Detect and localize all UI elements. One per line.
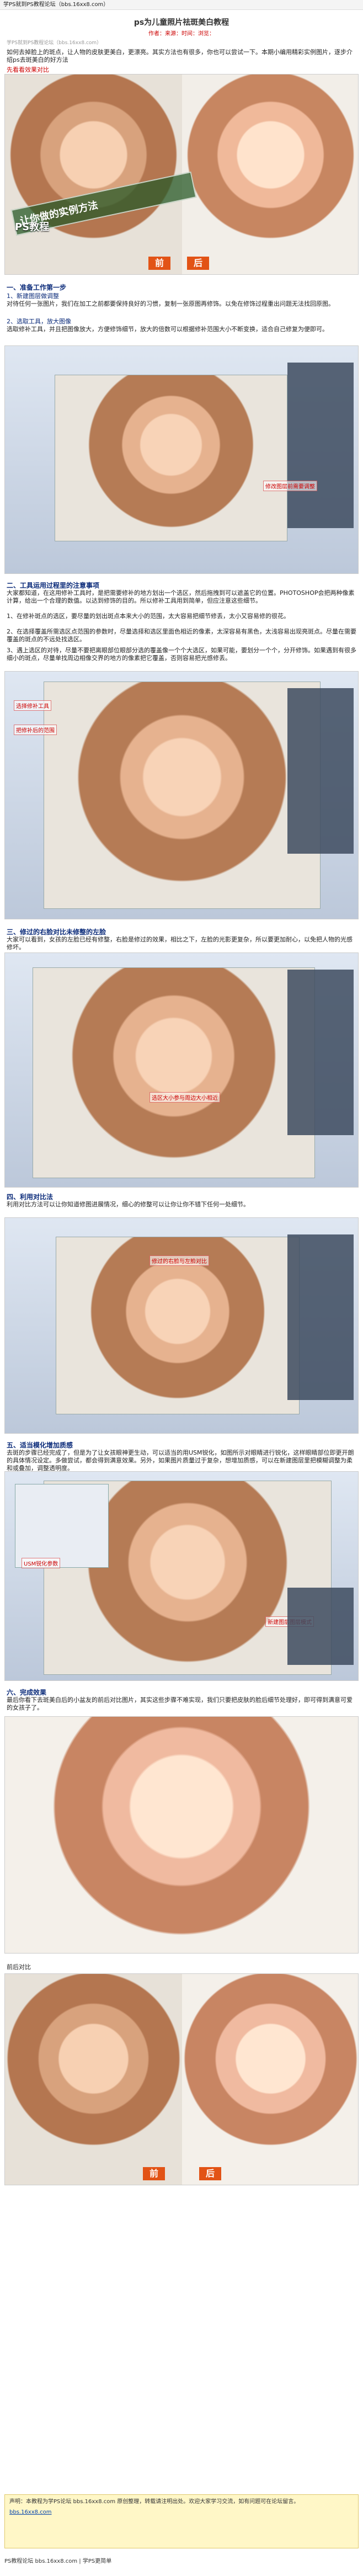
- photoshop-canvas: [55, 375, 287, 541]
- section-1-screenshot: 修改图层前需要调整: [4, 345, 359, 574]
- intro-paragraph: 如何去掉脸上的斑点，让人物的皮肤更美白，更漂亮。其实方法也有很多，你也可以尝试一…: [7, 49, 353, 63]
- section-2-note-1: 1、在修补斑点的选区，要尽量的划出斑点本来大小的范围，太大容易把细节修丢，太小又…: [7, 613, 290, 620]
- before-label: 前: [148, 257, 170, 270]
- section-5-title: 五、适当模化增加质感: [7, 1441, 73, 1449]
- final-result-photo: [5, 1717, 358, 1953]
- section-2-note-3: 3、遇上选区的对待，尽量不要把离眼部位眼部分选的覆盖像一个个大选区，如果可能，要…: [7, 647, 356, 662]
- section-2-paragraph: 大家都知道，在这用修补工具时，是把需要修补的地方划出一个选区，然后拖拽到可以遮盖…: [7, 589, 355, 604]
- section-5-screenshot: USM锐化参数 新建图层图层模式: [4, 1471, 359, 1681]
- final-after-photo-fill: [182, 1974, 358, 2185]
- section-1-step-2-text: 选取修补工具，并且把图像放大，方便修饰细节，放大的倍数可以根据修补范围大小不断变…: [7, 326, 328, 333]
- section-3-paragraph: 大家可以看到，女孩的左脸已经有修整，右脸是修过的效果，相比之下，左脸的光影更复杂…: [7, 936, 353, 951]
- section-3-title: 三、修过的右脸对比未修整的左脸: [7, 928, 106, 936]
- article-meta: 作者：来源：时间：浏览：: [148, 31, 215, 37]
- final-after-label: 后: [199, 2167, 221, 2180]
- footer-text: 声明：本教程为学PS论坛 bbs.16xx8.com 原创整理，转载请注明出处。…: [9, 2499, 300, 2505]
- photoshop-canvas: [44, 682, 321, 909]
- bottom-line: PS教程论坛 bbs.16xx8.com | 学PS更简单: [4, 2558, 112, 2564]
- before-after-heading: 先看看效果对比: [7, 66, 49, 73]
- section-2-title: 二、工具运用过程里的注意事项: [7, 582, 100, 589]
- section-6-title: 六、完成效果: [7, 1689, 47, 1696]
- after-photo: [182, 74, 358, 274]
- top-notice-text: 学PS就到PS教程论坛（bbs.16xx8.com）: [3, 2, 109, 8]
- section-4-paragraph: 利用对比方法可以让你知道修图进展情况，细心的修整可以让你让你不错下任何一处细节。: [7, 1201, 249, 1208]
- section-3-screenshot: 选区大小参与周边大小相近: [4, 952, 359, 1188]
- banner-subtitle: PS教程: [15, 221, 50, 233]
- after-label: 后: [187, 257, 209, 270]
- before-photo: [5, 74, 182, 274]
- final-before-photo-fill: [5, 1974, 182, 2185]
- section-4-title: 四、利用对比法: [7, 1193, 54, 1201]
- top-notice-bar: 学PS就到PS教程论坛（bbs.16xx8.com）: [0, 0, 363, 10]
- final-result-image: [4, 1716, 359, 1954]
- section-1-title: 一、准备工作第一步: [7, 284, 67, 291]
- section-5-callout-1: USM锐化参数: [22, 1558, 61, 1568]
- footer-link[interactable]: bbs.16xx8.com: [9, 2509, 52, 2515]
- final-after-photo: [182, 1974, 358, 2185]
- photoshop-panel: [287, 1234, 354, 1400]
- photoshop-panel: [287, 363, 354, 528]
- photoshop-panel: [287, 1588, 354, 1665]
- usm-dialog: [15, 1484, 109, 1568]
- final-before-label: 前: [143, 2167, 165, 2180]
- photoshop-canvas: [33, 967, 315, 1178]
- section-2-note-2: 2、在选择覆盖所需选区点范围的参数时，尽量选择和选区里面色相近的像素，太深容易有…: [7, 628, 356, 643]
- final-before-photo: [5, 1974, 182, 2185]
- section-6-paragraph: 最后你看下去斑美白后的小盆友的前后对比图片，其实这些步骤不难实现，我们只要把皮肤…: [7, 1696, 353, 1711]
- final-before-after-label: 前后对比: [7, 1963, 31, 1971]
- after-photo-fill: [182, 74, 358, 274]
- source-note: 学PS就到PS教程论坛（bbs.16xx8.com）: [7, 40, 102, 46]
- section-5-paragraph: 去斑的步骤已经完成了，但是为了让女孩眼神更生动，可以适当的用USM锐化，如图所示…: [7, 1449, 354, 1472]
- footer-notice: 声明：本教程为学PS论坛 bbs.16xx8.com 原创整理，转载请注明出处。…: [4, 2494, 359, 2548]
- section-4-callout: 修过的右脸与左脸对比: [150, 1255, 209, 1266]
- section-4-screenshot: 修过的右脸与左脸对比: [4, 1217, 359, 1434]
- section-2-callout-2: 把修补后的范围: [14, 725, 57, 735]
- photoshop-panel: [287, 688, 354, 854]
- section-1-step-1: 1、新建图层做调整: [7, 292, 59, 300]
- section-2-screenshot: 选择修补工具 把修补后的范围: [4, 671, 359, 919]
- section-2-callout-1: 选择修补工具: [14, 700, 51, 711]
- section-1-step-1-text: 对待任何一张图片，我们在加工之前都要保持良好的习惯，复制一张原图再修饰。以免在修…: [7, 300, 334, 307]
- photoshop-panel: [287, 970, 354, 1135]
- section-1-callout: 修改图层前需要调整: [263, 481, 317, 491]
- section-3-callout: 选区大小参与周边大小相近: [150, 1092, 220, 1103]
- section-1-step-2: 2、选取工具，放大图像: [7, 318, 71, 325]
- footer-link-row: bbs.16xx8.com: [9, 2509, 354, 2516]
- before-after-image: 让你做的实例方法 PS教程 前 后: [4, 74, 359, 275]
- before-photo-fill: [5, 74, 182, 274]
- final-before-after-image: 前 后: [4, 1973, 359, 2185]
- page-title: ps为儿童照片祛斑美白教程: [134, 18, 229, 27]
